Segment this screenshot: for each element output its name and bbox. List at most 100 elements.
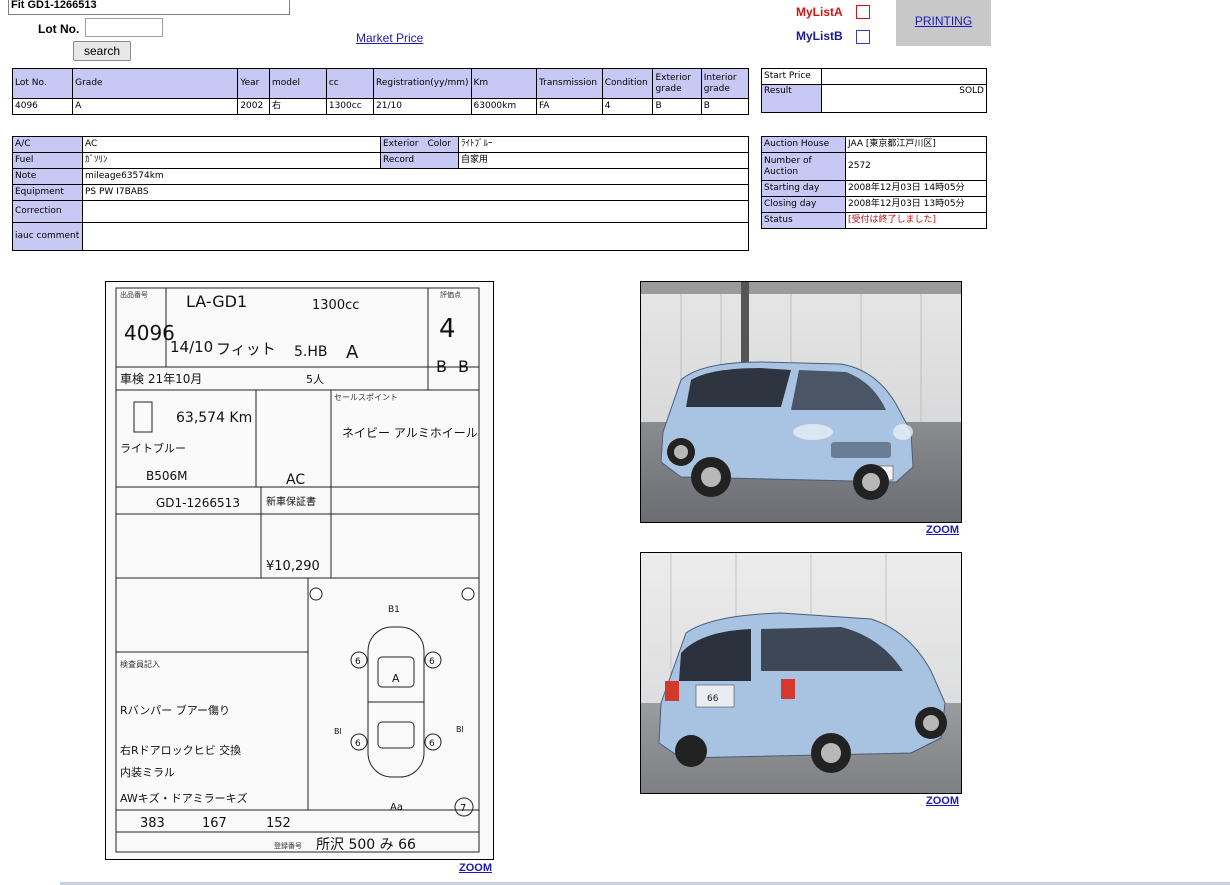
auction-house-value: JAA [東京都江戸川区] [845, 136, 987, 153]
note-label: Note [12, 168, 83, 185]
starting-day-value: 2008年12月03日 14時05分 [845, 180, 987, 197]
header-interior-grade: Interior grade [700, 68, 750, 99]
iauc-comment-label: iauc comment [12, 222, 83, 251]
iauc-comment-value [82, 222, 749, 251]
value-year: 2002 [237, 98, 270, 115]
sheet-inspector-label: 検査員記入 [120, 659, 160, 669]
sheet-ac: AC [286, 472, 305, 488]
car-rear-photo[interactable]: 66 [640, 552, 962, 794]
diagram-mark-aa: Aa [390, 802, 403, 813]
sheet-sales-comment: ネイビー アルミホイール [342, 426, 478, 440]
sheet-lot: 4096 [124, 321, 175, 345]
value-lot-no: 4096 [11, 98, 74, 115]
correction-value [82, 200, 749, 223]
main-spec-table: Lot No. Grade Year model cc Registration… [11, 68, 750, 115]
diagram-mark-a: A [392, 672, 400, 685]
auction-sheet-image[interactable]: 出品番号 4096 LA-GD1 1300cc 評価点 4 14/10 フィット… [105, 281, 494, 860]
vehicle-info-table: A/C AC Exterior Color ﾗｲﾄﾌﾞﾙｰ Fuel ｶﾞｿﾘﾝ… [12, 136, 749, 251]
svg-text:出品番号: 出品番号 [120, 290, 148, 299]
sheet-cc: 1300cc [312, 298, 359, 313]
start-price-value [821, 68, 987, 85]
sheet-seats: 5人 [306, 373, 324, 386]
equipment-label: Equipment [12, 184, 83, 201]
number-of-auction-value: 2572 [845, 152, 987, 181]
closing-day-value: 2008年12月03日 13時05分 [845, 196, 987, 213]
sheet-body: 5.HB [294, 344, 328, 360]
auction-info-table: Auction House JAA [東京都江戸川区] Number of Au… [761, 136, 987, 229]
status-label: Status [761, 212, 846, 229]
car-front-photo[interactable] [640, 281, 962, 523]
closing-day-label: Closing day [761, 196, 846, 213]
sheet-recycle: ¥10,290 [266, 559, 320, 574]
diagram-mark-6-rr: 6 [429, 739, 435, 749]
sheet-mileage: 63,574 Km [176, 410, 252, 426]
lot-number-input[interactable] [85, 18, 163, 37]
sheet-name: フィット [216, 340, 276, 358]
value-exterior-grade: B [652, 98, 702, 115]
sheet-color-code: B506M [146, 469, 188, 483]
search-button[interactable]: search [73, 41, 131, 61]
header-transmission: Transmission [535, 68, 603, 99]
diagram-mark-6-fl: 6 [355, 657, 361, 667]
note-value: mileage63574km [82, 168, 749, 185]
equipment-value: PS PW I7BABS [82, 184, 749, 201]
sheet-shaken: 車検 21年10月 [120, 372, 202, 386]
record-label: Record [380, 152, 459, 169]
printing-link[interactable]: PRINTING [915, 14, 972, 28]
car-front-illustration [641, 282, 961, 522]
ac-value: AC [82, 136, 381, 153]
starting-day-label: Starting day [761, 180, 846, 197]
rear-plate-number: 66 [707, 694, 719, 704]
diagram-mark-b1-top: B1 [388, 605, 400, 615]
number-of-auction-label: Number of Auction [761, 152, 846, 181]
sheet-plate: 所沢 500 み 66 [316, 837, 416, 853]
start-price-label: Start Price [761, 68, 822, 85]
front-photo-zoom-link[interactable]: ZOOM [926, 524, 959, 536]
value-transmission: FA [535, 98, 603, 115]
sheet-registration-label: 登録番号 [274, 841, 302, 850]
header-model: model [268, 68, 327, 99]
fuel-label: Fuel [12, 152, 83, 169]
vehicle-title: Fit GD1-1266513 [8, 0, 290, 15]
correction-label: Correction [12, 200, 83, 223]
auction-sheet-scan: 出品番号 4096 LA-GD1 1300cc 評価点 4 14/10 フィット… [106, 282, 493, 859]
status-value: [受付は終了しました] [845, 212, 987, 229]
rear-photo-zoom-link[interactable]: ZOOM [926, 795, 959, 807]
header-year: Year [237, 68, 270, 99]
sheet-int-grade: B [458, 357, 469, 376]
sheet-note-2: 右Rドアロックヒビ 交換 [120, 743, 241, 757]
diagram-mark-6-rl: 6 [355, 739, 361, 749]
value-interior-grade: B [700, 98, 750, 115]
header-lot-no: Lot No. [11, 68, 74, 99]
sheet-chassis: GD1-1266513 [156, 496, 240, 510]
sheet-grade: A [346, 342, 359, 363]
market-price-link[interactable]: Market Price [356, 31, 423, 45]
header-condition: Condition [601, 68, 654, 99]
price-table: Start Price Result SOLD [761, 68, 987, 113]
result-label: Result [761, 84, 822, 113]
sheet-note-4: AWキズ・ドアミラーキズ [120, 791, 248, 805]
value-km: 63000km [470, 98, 537, 115]
value-grade: A [72, 98, 239, 115]
result-value: SOLD [821, 84, 987, 113]
sheet-zoom-link[interactable]: ZOOM [459, 862, 492, 874]
mylist-a-checkbox[interactable] [856, 5, 870, 19]
header-grade: Grade [72, 68, 239, 99]
car-rear-illustration: 66 [641, 553, 961, 793]
sheet-dim-height: 152 [266, 816, 291, 831]
header-exterior-grade: Exterior grade [652, 68, 702, 99]
sheet-ext-grade: B [436, 357, 447, 376]
svg-text:評価点: 評価点 [440, 290, 461, 299]
mylist-b-checkbox[interactable] [856, 30, 870, 44]
sheet-color: ライトブルー [120, 441, 186, 455]
ac-label: A/C [12, 136, 83, 153]
record-value: 自家用 [458, 152, 749, 169]
lot-number-label: Lot No. [38, 22, 80, 36]
exterior-color-label: Exterior Color [380, 136, 459, 153]
value-cc: 1300cc [325, 98, 375, 115]
header-km: Km [470, 68, 537, 99]
sheet-year: 14/10 [170, 338, 213, 356]
sheet-sales-point-label: セールスポイント [334, 393, 398, 402]
sheet-model-code: LA-GD1 [186, 292, 247, 311]
value-model: 右 [268, 98, 327, 115]
